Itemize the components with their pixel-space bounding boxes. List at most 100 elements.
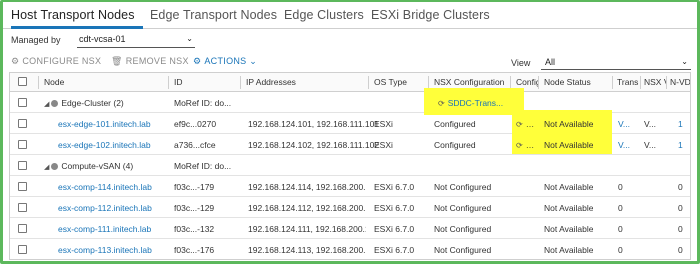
node-link[interactable]: esx-comp-113.initech.lab xyxy=(58,245,152,255)
view-value: All xyxy=(545,57,556,67)
id-cell: ef9c...0270 xyxy=(174,119,217,129)
config-cell: ⟳… xyxy=(516,119,535,129)
spinner-icon: ⟳ xyxy=(438,99,445,108)
config-cell: ⟳… xyxy=(516,140,535,150)
column-divider xyxy=(666,76,667,89)
trans-cell[interactable]: V... xyxy=(618,140,630,150)
column-header-trans[interactable]: Trans xyxy=(617,77,639,87)
row-checkbox[interactable] xyxy=(18,182,27,191)
trans-cell: 0 xyxy=(618,245,623,255)
trash-icon: 🗑 xyxy=(111,56,123,66)
row-checkbox[interactable] xyxy=(18,161,27,170)
host-transport-nodes-grid: Node ID IP Addresses OS Type NSX Configu… xyxy=(9,72,691,260)
row-checkbox[interactable] xyxy=(18,224,27,233)
expand-triangle-icon[interactable]: ◢ xyxy=(44,100,49,108)
column-divider xyxy=(368,76,369,89)
tab-edge-clusters[interactable]: Edge Clusters xyxy=(284,8,364,22)
nsx-v-cell: V... xyxy=(644,119,656,129)
node-status-cell: Not Available xyxy=(544,245,594,255)
row-checkbox[interactable] xyxy=(18,203,27,212)
tab-esxi-bridge-clusters[interactable]: ESXi Bridge Clusters xyxy=(371,8,490,22)
node-status-cell: Not Available xyxy=(544,224,594,234)
table-row[interactable]: esx-comp-113.initech.lab f03c...-176 192… xyxy=(10,239,690,259)
n-vds-cell: 0 xyxy=(678,182,683,192)
actions-menu-button[interactable]: ⚙ ACTIONS ⌄ xyxy=(193,56,257,67)
column-header-config[interactable]: Config xyxy=(516,77,538,87)
id-cell: f03c...-179 xyxy=(174,182,215,192)
n-vds-cell[interactable]: 1 xyxy=(678,140,683,150)
group-name: Edge-Cluster (2) xyxy=(61,98,124,108)
ip-cell: 192.168.124.101, 192.168.111.101 xyxy=(248,119,380,129)
view-label: View xyxy=(511,58,531,68)
row-checkbox[interactable] xyxy=(18,140,27,149)
spinner-icon: ⟳ xyxy=(516,120,523,129)
node-link[interactable]: esx-edge-101.initech.lab xyxy=(58,119,151,129)
tab-edge-transport-nodes[interactable]: Edge Transport Nodes xyxy=(150,8,277,22)
column-header-ip-addresses[interactable]: IP Addresses xyxy=(246,77,296,87)
column-divider xyxy=(168,76,169,89)
node-link[interactable]: esx-comp-114.initech.lab xyxy=(58,182,152,192)
node-status-cell: Not Available xyxy=(544,119,594,129)
node-status-cell: Not Available xyxy=(544,182,594,192)
column-header-nsx-v[interactable]: NSX V xyxy=(644,77,666,87)
column-header-node-status[interactable]: Node Status xyxy=(544,77,591,87)
nsx-config-cell[interactable]: ⟳ SDDC-Trans... xyxy=(438,98,503,108)
os-cell: ESXi xyxy=(374,119,393,129)
group-name: Compute-vSAN (4) xyxy=(61,161,134,171)
nsx-v-cell: V... xyxy=(644,140,656,150)
chevron-down-icon: ⌄ xyxy=(186,34,193,43)
column-header-node[interactable]: Node xyxy=(44,77,64,87)
trans-cell[interactable]: V... xyxy=(618,119,630,129)
table-row[interactable]: esx-edge-101.initech.lab ef9c...0270 192… xyxy=(10,110,690,134)
status-dot-icon xyxy=(51,100,59,107)
group-node-cell[interactable]: ◢ Edge-Cluster (2) xyxy=(44,98,124,108)
n-vds-cell: 0 xyxy=(678,224,683,234)
node-status-cell: Not Available xyxy=(544,203,594,213)
gear-icon: ⚙ xyxy=(11,56,20,66)
os-cell: ESXi 6.7.0 xyxy=(374,182,415,192)
row-checkbox[interactable] xyxy=(18,119,27,128)
table-row[interactable]: esx-comp-111.initech.lab f03c...-132 192… xyxy=(10,218,690,239)
trans-cell: 0 xyxy=(618,203,623,213)
row-checkbox[interactable] xyxy=(18,245,27,254)
column-header-n-vds[interactable]: N-VD xyxy=(670,77,690,87)
nsx-config-cell: Not Configured xyxy=(434,203,492,213)
column-divider xyxy=(38,76,39,89)
expand-triangle-icon[interactable]: ◢ xyxy=(44,163,49,171)
id-cell: f03c...-132 xyxy=(174,224,215,234)
column-header-id[interactable]: ID xyxy=(174,77,183,87)
managed-by-select[interactable]: cdt-vcsa-01 ⌄ xyxy=(77,34,195,48)
column-header-nsx-configuration[interactable]: NSX Configuration xyxy=(434,77,504,87)
trans-cell: 0 xyxy=(618,224,623,234)
ip-cell: 192.168.124.111, 192.168.200.11... xyxy=(248,224,366,234)
column-divider xyxy=(240,76,241,89)
column-divider xyxy=(612,76,613,89)
column-header-os-type[interactable]: OS Type xyxy=(374,77,407,87)
settings-icon: ⚙ xyxy=(193,56,202,66)
node-link[interactable]: esx-edge-102.initech.lab xyxy=(58,140,151,150)
table-row[interactable]: esx-comp-114.initech.lab f03c...-179 192… xyxy=(10,176,690,197)
node-status-cell: Not Available xyxy=(544,140,594,150)
spinner-icon: ⟳ xyxy=(516,141,523,150)
node-link[interactable]: esx-comp-111.initech.lab xyxy=(58,224,151,234)
os-cell: ESXi 6.7.0 xyxy=(374,245,415,255)
remove-nsx-button[interactable]: 🗑 REMOVE NSX xyxy=(111,56,189,67)
table-row[interactable]: ◢ Compute-vSAN (4) MoRef ID: do... xyxy=(10,155,690,176)
view-select[interactable]: All ⌄ xyxy=(541,57,691,70)
tab-host-transport-nodes[interactable]: Host Transport Nodes xyxy=(11,8,135,22)
node-link[interactable]: esx-comp-112.initech.lab xyxy=(58,203,152,213)
ip-cell: 192.168.124.113, 192.168.200.1... xyxy=(248,245,366,255)
configure-nsx-button[interactable]: ⚙ CONFIGURE NSX xyxy=(11,56,101,67)
trans-cell: 0 xyxy=(618,182,623,192)
managed-by-label: Managed by xyxy=(11,35,61,45)
table-row[interactable]: esx-comp-112.initech.lab f03c...-129 192… xyxy=(10,197,690,218)
n-vds-cell[interactable]: 1 xyxy=(678,119,683,129)
group-node-cell[interactable]: ◢ Compute-vSAN (4) xyxy=(44,161,133,171)
table-row[interactable]: esx-edge-102.initech.lab a736...cfce 192… xyxy=(10,133,690,155)
row-checkbox[interactable] xyxy=(18,98,27,107)
tab-bar: Host Transport Nodes Edge Transport Node… xyxy=(3,2,697,29)
select-all-checkbox[interactable] xyxy=(18,77,27,86)
column-divider xyxy=(538,76,539,89)
status-dot-icon xyxy=(51,163,59,170)
os-cell: ESXi 6.7.0 xyxy=(374,224,415,234)
